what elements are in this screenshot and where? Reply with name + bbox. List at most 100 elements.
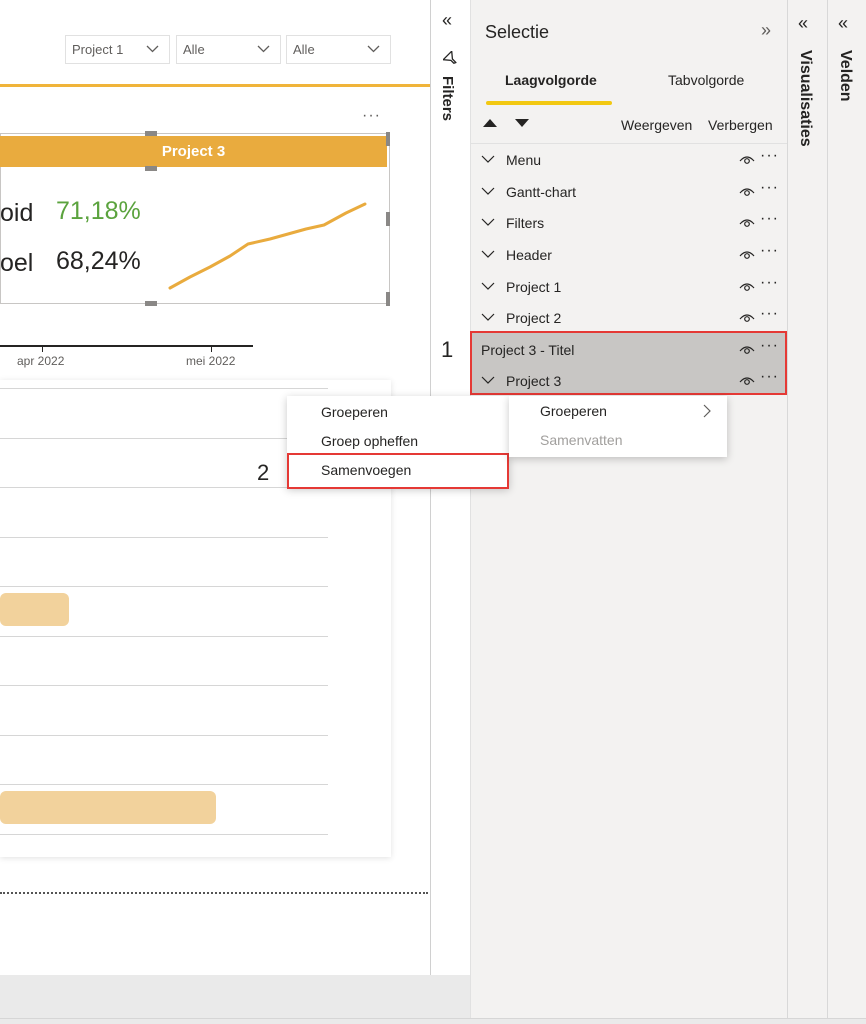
visibility-eye-icon[interactable] xyxy=(739,282,755,292)
tab-tabvolgorde[interactable]: Tabvolgorde xyxy=(668,72,744,88)
chevron-down-icon[interactable] xyxy=(481,282,495,290)
chevron-down-icon xyxy=(146,45,159,53)
resize-handle[interactable] xyxy=(386,292,390,306)
layer-item-project-2[interactable]: Project 2 ··· xyxy=(475,303,781,333)
gridline xyxy=(0,438,328,439)
layer-item-filters[interactable]: Filters ··· xyxy=(475,208,781,238)
resize-handle[interactable] xyxy=(386,132,390,146)
collapse-pane-icon[interactable]: » xyxy=(761,20,771,41)
velden-pane[interactable] xyxy=(827,0,866,1018)
more-options-icon[interactable]: ··· xyxy=(760,305,779,323)
collapse-velden-icon[interactable]: « xyxy=(838,13,848,34)
callout-number: 2 xyxy=(257,460,270,485)
chevron-down-icon[interactable] xyxy=(481,155,495,163)
visibility-eye-icon[interactable] xyxy=(739,250,755,260)
gridline xyxy=(0,834,328,835)
sparkline xyxy=(168,202,367,290)
move-down-icon[interactable] xyxy=(514,118,530,128)
canvas-footer xyxy=(0,975,470,1024)
chevron-right-icon xyxy=(703,404,711,418)
callout-number: 1 xyxy=(441,337,454,362)
layer-label: Gantt-chart xyxy=(506,184,577,200)
visibility-eye-icon[interactable] xyxy=(739,313,755,323)
slicer-value: Alle xyxy=(183,42,205,57)
axis-label: apr 2022 xyxy=(17,354,65,368)
layer-label: Header xyxy=(506,247,552,263)
active-tab-indicator xyxy=(486,101,612,105)
resize-handle[interactable] xyxy=(386,212,390,226)
velden-pane-label[interactable]: Velden xyxy=(836,50,854,102)
slicer-project[interactable]: Project 1 xyxy=(65,35,170,64)
gridline xyxy=(0,487,328,488)
visibility-eye-icon[interactable] xyxy=(739,218,755,228)
menu-item-groep-opheffen[interactable]: Groep opheffen xyxy=(321,433,418,449)
chevron-down-icon xyxy=(367,45,380,53)
more-options-icon[interactable]: ··· xyxy=(760,210,779,228)
submenu-item-samenvatten: Samenvatten xyxy=(540,432,623,448)
layer-label: Project 2 xyxy=(506,310,562,326)
selection-highlight-box xyxy=(470,331,787,395)
pane-title: Selectie xyxy=(485,22,550,42)
header-accent-line xyxy=(0,84,430,87)
show-all-button[interactable]: Weergeven xyxy=(621,117,692,133)
layer-label: Project 1 xyxy=(506,279,562,295)
gridline xyxy=(0,784,328,785)
slicer-value: Project 1 xyxy=(72,42,124,57)
chevron-down-icon[interactable] xyxy=(481,250,495,258)
axis-label: mei 2022 xyxy=(186,354,236,368)
card-title: Project 3 xyxy=(0,136,387,167)
page-boundary xyxy=(0,892,428,894)
collapse-filters-icon[interactable]: « xyxy=(442,10,452,31)
layer-label: Filters xyxy=(506,215,545,231)
more-options-icon[interactable]: ··· xyxy=(760,179,779,197)
chevron-down-icon[interactable] xyxy=(481,187,495,195)
card-more-options[interactable]: ··· xyxy=(362,107,381,125)
visibility-eye-icon[interactable] xyxy=(739,187,755,197)
highlight-box xyxy=(287,453,509,489)
tab-laagvolgorde[interactable]: Laagvolgorde xyxy=(505,72,597,88)
more-options-icon[interactable]: ··· xyxy=(760,242,779,260)
chevron-down-icon[interactable] xyxy=(481,218,495,226)
layer-item-header[interactable]: Header ··· xyxy=(475,240,781,270)
gantt-bar[interactable] xyxy=(0,791,216,824)
resize-handle[interactable] xyxy=(145,166,157,171)
more-options-icon[interactable]: ··· xyxy=(760,274,779,292)
timeline-axis xyxy=(0,345,253,347)
slicer-filter-3[interactable]: Alle xyxy=(286,35,391,64)
move-up-icon[interactable] xyxy=(482,118,498,128)
layer-item-gantt-chart[interactable]: Gantt-chart ··· xyxy=(475,177,781,207)
gridline xyxy=(0,586,328,587)
kpi-label: oid xyxy=(0,199,34,227)
visualisaties-pane-label[interactable]: Visualisaties xyxy=(796,50,814,147)
slicer-value: Alle xyxy=(293,42,315,57)
resize-handle[interactable] xyxy=(145,301,157,306)
gridline xyxy=(0,685,328,686)
slicer-filter-2[interactable]: Alle xyxy=(176,35,281,64)
gridline xyxy=(0,735,328,736)
submenu-item-groeperen[interactable]: Groeperen xyxy=(540,403,607,419)
visualisaties-pane[interactable] xyxy=(787,0,827,1018)
layer-item-project-1[interactable]: Project 1 ··· xyxy=(475,272,781,302)
visibility-eye-icon[interactable] xyxy=(739,155,755,165)
chevron-down-icon[interactable] xyxy=(481,313,495,321)
filter-icon xyxy=(443,51,457,64)
kpi-value: 71,18% xyxy=(56,197,141,225)
menu-item-groeperen[interactable]: Groeperen xyxy=(321,404,388,420)
filters-pane-label[interactable]: Filters xyxy=(439,76,456,121)
layer-item-menu[interactable]: Menu ··· xyxy=(475,145,781,175)
divider xyxy=(470,143,787,144)
gridline xyxy=(0,636,328,637)
gridline xyxy=(0,388,328,389)
axis-tick xyxy=(211,346,212,352)
resize-handle[interactable] xyxy=(145,131,157,136)
axis-tick xyxy=(42,346,43,352)
kpi-value: 68,24% xyxy=(56,247,141,275)
gantt-bar[interactable] xyxy=(0,593,69,626)
chevron-down-icon xyxy=(257,45,270,53)
kpi-label: oel xyxy=(0,249,34,277)
layer-label: Menu xyxy=(506,152,542,168)
hide-all-button[interactable]: Verbergen xyxy=(708,117,773,133)
gridline xyxy=(0,537,328,538)
collapse-visualisaties-icon[interactable]: « xyxy=(798,13,808,34)
more-options-icon[interactable]: ··· xyxy=(760,147,779,165)
